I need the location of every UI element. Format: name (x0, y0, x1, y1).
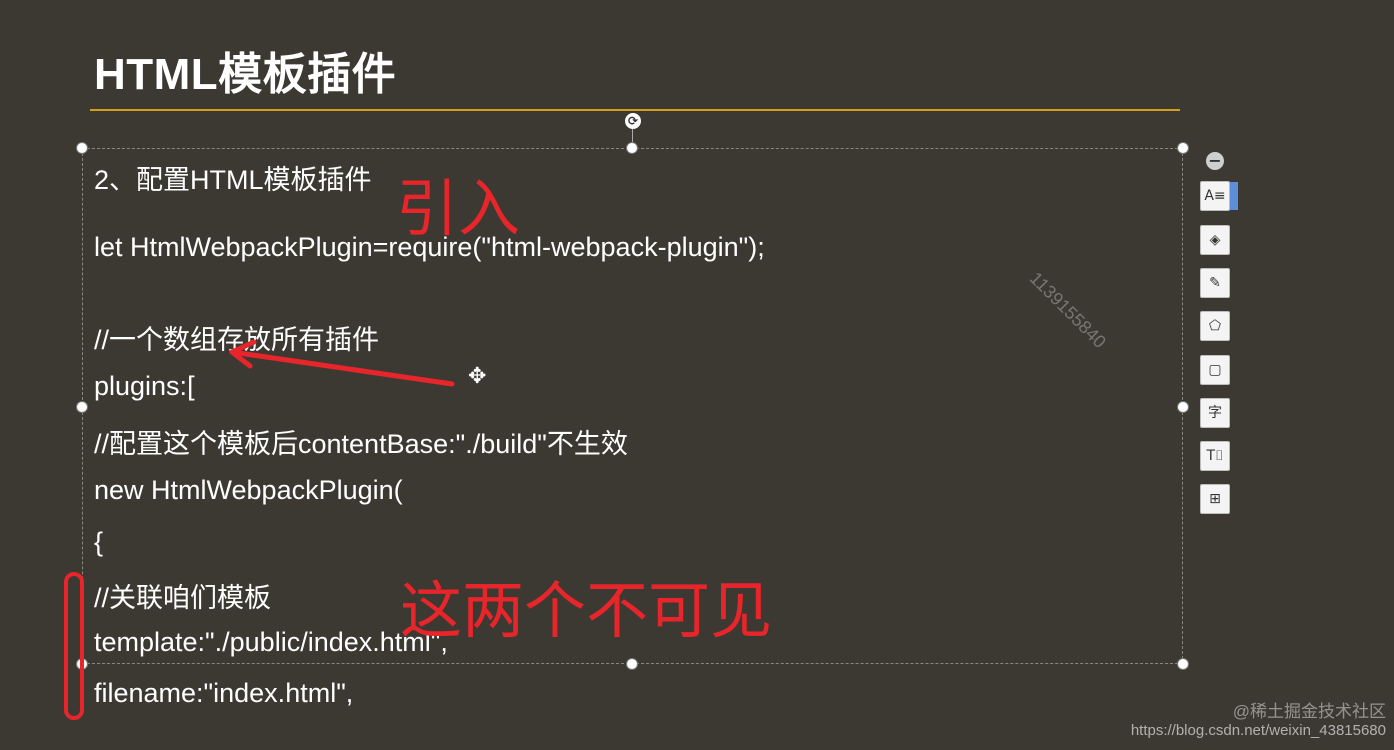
more-tools-icon[interactable]: ⊞ (1200, 484, 1230, 514)
source-credit: @稀土掘金技术社区 https://blog.csdn.net/weixin_4… (1131, 702, 1386, 740)
text-box-icon[interactable]: T⌷ (1200, 441, 1230, 471)
brush-icon[interactable]: ✎ (1200, 268, 1230, 298)
fill-shape-icon[interactable]: ⬠ (1200, 311, 1230, 341)
border-icon[interactable]: ▢ (1200, 355, 1230, 385)
site-name: @稀土掘金技术社区 (1232, 702, 1386, 721)
red-arrow (229, 339, 455, 387)
red-bracket (64, 572, 84, 720)
source-url: https://blog.csdn.net/weixin_43815680 (1130, 722, 1386, 739)
font-icon[interactable]: 字 (1200, 398, 1230, 428)
text-style-icon[interactable]: A≡ (1200, 181, 1238, 211)
layers-icon[interactable]: ◈ (1200, 225, 1230, 255)
annotation-drawings (64, 339, 455, 720)
minus-circle-icon[interactable]: − (1206, 152, 1224, 170)
move-cursor-icon: ✥ (468, 364, 487, 389)
